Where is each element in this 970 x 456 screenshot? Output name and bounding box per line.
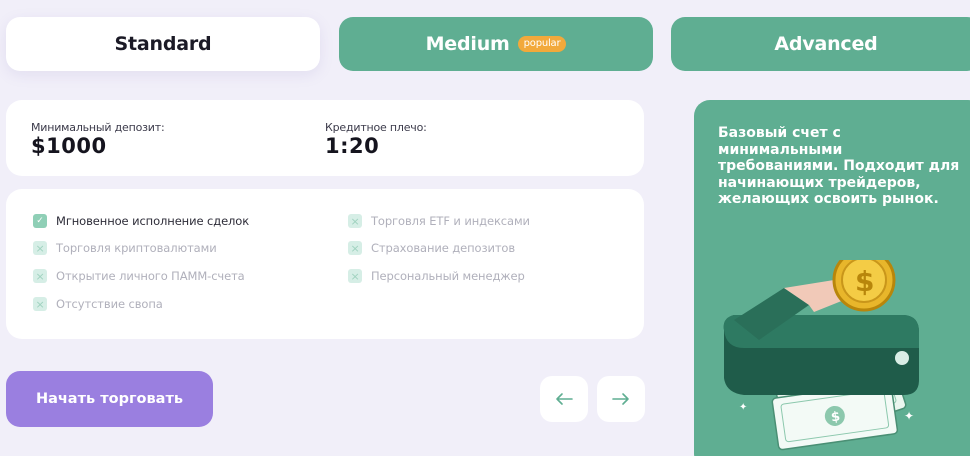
feature-label: Открытие личного ПАММ-счета	[56, 269, 245, 283]
features-card: ✓ Мгновенное исполнение сделок Торговля …	[6, 189, 644, 339]
start-trading-label: Начать торговать	[35, 391, 184, 407]
tab-medium[interactable]: Medium popular	[339, 17, 653, 71]
feature-item: Отсутствие свопа	[33, 297, 163, 311]
feature-item: Страхование депозитов	[348, 241, 515, 255]
svg-text:$: $	[855, 265, 874, 298]
feature-label: Страхование депозитов	[371, 241, 516, 255]
tab-standard[interactable]: Standard	[6, 17, 320, 71]
next-button[interactable]	[597, 376, 645, 422]
arrow-right-icon	[612, 393, 629, 405]
leverage-value: 1:20	[325, 134, 380, 158]
account-stats-card: Минимальный депозит: $1000 Кредитное пле…	[6, 100, 644, 176]
wallet-coin-illustration: $ $ $ ✦ ✦	[723, 260, 919, 451]
promo-description: Базовый счет с минимальными требованиями…	[718, 125, 960, 207]
cross-icon	[348, 214, 362, 228]
feature-item: Торговля ETF и индексами	[348, 214, 530, 228]
feature-label: Отсутствие свопа	[56, 297, 163, 311]
cross-icon	[348, 269, 362, 283]
min-deposit-label: Минимальный депозит:	[31, 121, 165, 134]
check-icon: ✓	[33, 214, 47, 228]
cross-icon	[348, 241, 362, 255]
cross-icon	[33, 241, 47, 255]
feature-item: Персональный менеджер	[348, 269, 525, 283]
promo-panel: Базовый счет с минимальными требованиями…	[694, 100, 970, 456]
feature-label: Торговля криптовалютами	[56, 241, 217, 255]
svg-text:✦: ✦	[904, 409, 914, 423]
start-trading-button[interactable]: Начать торговать	[6, 371, 213, 427]
feature-item: ✓ Мгновенное исполнение сделок	[33, 214, 249, 228]
prev-button[interactable]	[540, 376, 588, 422]
feature-label: Персональный менеджер	[371, 269, 525, 283]
feature-label: Мгновенное исполнение сделок	[56, 214, 250, 228]
min-deposit-stat: Минимальный депозит: $1000	[31, 121, 165, 158]
cross-icon	[33, 269, 47, 283]
leverage-label: Кредитное плечо:	[325, 121, 427, 134]
min-deposit-value: $1000	[31, 134, 107, 158]
arrow-left-icon	[556, 393, 573, 405]
svg-text:✦: ✦	[739, 402, 747, 413]
tab-advanced[interactable]: Advanced	[671, 17, 970, 71]
popular-badge: popular	[517, 36, 567, 52]
leverage-stat: Кредитное плечо: 1:20	[325, 121, 427, 158]
feature-item: Торговля криптовалютами	[33, 241, 217, 255]
tab-medium-label: Medium	[425, 33, 510, 55]
cross-icon	[33, 297, 47, 311]
tab-advanced-label: Advanced	[774, 33, 878, 55]
feature-item: Открытие личного ПАММ-счета	[33, 269, 245, 283]
tab-standard-label: Standard	[114, 33, 212, 55]
feature-label: Торговля ETF и индексами	[371, 214, 530, 228]
